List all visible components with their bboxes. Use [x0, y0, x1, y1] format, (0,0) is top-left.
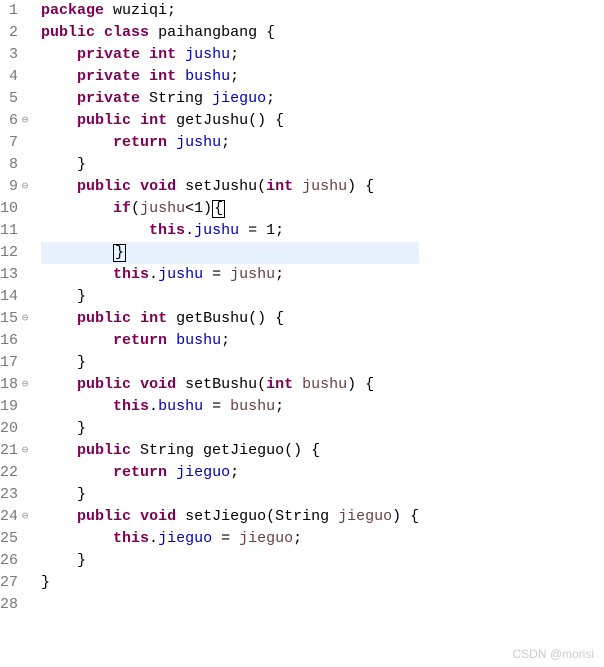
code-line[interactable]: public void setJieguo(String jieguo) { — [41, 506, 419, 528]
code-line[interactable]: this.jieguo = jieguo; — [41, 528, 419, 550]
fold-icon[interactable]: ⊖ — [20, 116, 30, 126]
line-number: 16 — [0, 330, 32, 352]
fold-icon[interactable]: ⊖ — [20, 512, 30, 522]
code-line[interactable]: return bushu; — [41, 330, 419, 352]
code-line[interactable]: if(jushu<1){ — [41, 198, 419, 220]
code-line[interactable]: this.jushu = 1; — [41, 220, 419, 242]
line-number: 25 — [0, 528, 32, 550]
code-line[interactable]: public void setBushu(int bushu) { — [41, 374, 419, 396]
fold-icon[interactable]: ⊖ — [20, 446, 30, 456]
code-editor: 1 2 3 4 5 6⊖7 8 9⊖10 11 12 13 14 15⊖16 1… — [0, 0, 604, 616]
line-number: 5 — [0, 88, 32, 110]
fold-icon — [20, 270, 30, 280]
fold-icon — [20, 534, 30, 544]
fold-icon — [20, 248, 30, 258]
fold-icon — [20, 468, 30, 478]
code-line[interactable]: public class paihangbang { — [41, 22, 419, 44]
fold-icon — [20, 160, 30, 170]
fold-icon — [20, 138, 30, 148]
line-number: 14 — [0, 286, 32, 308]
line-number: 18⊖ — [0, 374, 32, 396]
fold-icon[interactable]: ⊖ — [20, 380, 30, 390]
line-number: 12 — [0, 242, 32, 264]
fold-icon — [20, 72, 30, 82]
code-line[interactable]: public int getJushu() { — [41, 110, 419, 132]
line-number: 21⊖ — [0, 440, 32, 462]
fold-icon — [20, 226, 30, 236]
code-line[interactable]: this.bushu = bushu; — [41, 396, 419, 418]
line-number: 7 — [0, 132, 32, 154]
code-line[interactable]: } — [41, 418, 419, 440]
code-line[interactable]: } — [41, 572, 419, 594]
line-number: 3 — [0, 44, 32, 66]
code-area[interactable]: package wuziqi;public class paihangbang … — [35, 0, 419, 616]
fold-icon — [20, 6, 30, 16]
line-number: 26 — [0, 550, 32, 572]
line-number: 10 — [0, 198, 32, 220]
line-number: 28 — [0, 594, 32, 616]
code-line[interactable]: } — [41, 154, 419, 176]
code-line[interactable] — [41, 594, 419, 616]
fold-icon — [20, 28, 30, 38]
fold-icon — [20, 402, 30, 412]
code-line[interactable]: this.jushu = jushu; — [41, 264, 419, 286]
code-line[interactable]: private int bushu; — [41, 66, 419, 88]
code-line[interactable]: } — [41, 242, 419, 264]
line-number: 4 — [0, 66, 32, 88]
fold-icon — [20, 94, 30, 104]
line-number: 9⊖ — [0, 176, 32, 198]
fold-icon — [20, 292, 30, 302]
code-line[interactable]: return jushu; — [41, 132, 419, 154]
fold-icon[interactable]: ⊖ — [20, 182, 30, 192]
line-number: 27 — [0, 572, 32, 594]
line-number: 22 — [0, 462, 32, 484]
fold-icon — [20, 556, 30, 566]
code-line[interactable]: private String jieguo; — [41, 88, 419, 110]
code-line[interactable]: public void setJushu(int jushu) { — [41, 176, 419, 198]
fold-icon — [20, 336, 30, 346]
code-line[interactable]: return jieguo; — [41, 462, 419, 484]
line-number: 15⊖ — [0, 308, 32, 330]
fold-icon — [20, 50, 30, 60]
code-line[interactable]: } — [41, 484, 419, 506]
line-number: 20 — [0, 418, 32, 440]
code-line[interactable]: package wuziqi; — [41, 0, 419, 22]
line-number: 1 — [0, 0, 32, 22]
fold-icon[interactable]: ⊖ — [20, 314, 30, 324]
fold-icon — [20, 204, 30, 214]
line-number: 13 — [0, 264, 32, 286]
line-number: 8 — [0, 154, 32, 176]
code-line[interactable]: public String getJieguo() { — [41, 440, 419, 462]
line-number: 24⊖ — [0, 506, 32, 528]
code-line[interactable]: private int jushu; — [41, 44, 419, 66]
fold-icon — [20, 600, 30, 610]
line-number: 19 — [0, 396, 32, 418]
code-line[interactable]: } — [41, 286, 419, 308]
line-number: 2 — [0, 22, 32, 44]
fold-icon — [20, 424, 30, 434]
line-number: 11 — [0, 220, 32, 242]
fold-icon — [20, 578, 30, 588]
code-line[interactable]: } — [41, 352, 419, 374]
code-line[interactable]: public int getBushu() { — [41, 308, 419, 330]
line-number: 17 — [0, 352, 32, 374]
fold-icon — [20, 358, 30, 368]
watermark: CSDN @morisi — [512, 647, 594, 661]
line-number: 23 — [0, 484, 32, 506]
line-number-gutter: 1 2 3 4 5 6⊖7 8 9⊖10 11 12 13 14 15⊖16 1… — [0, 0, 35, 616]
line-number: 6⊖ — [0, 110, 32, 132]
code-line[interactable]: } — [41, 550, 419, 572]
fold-icon — [20, 490, 30, 500]
